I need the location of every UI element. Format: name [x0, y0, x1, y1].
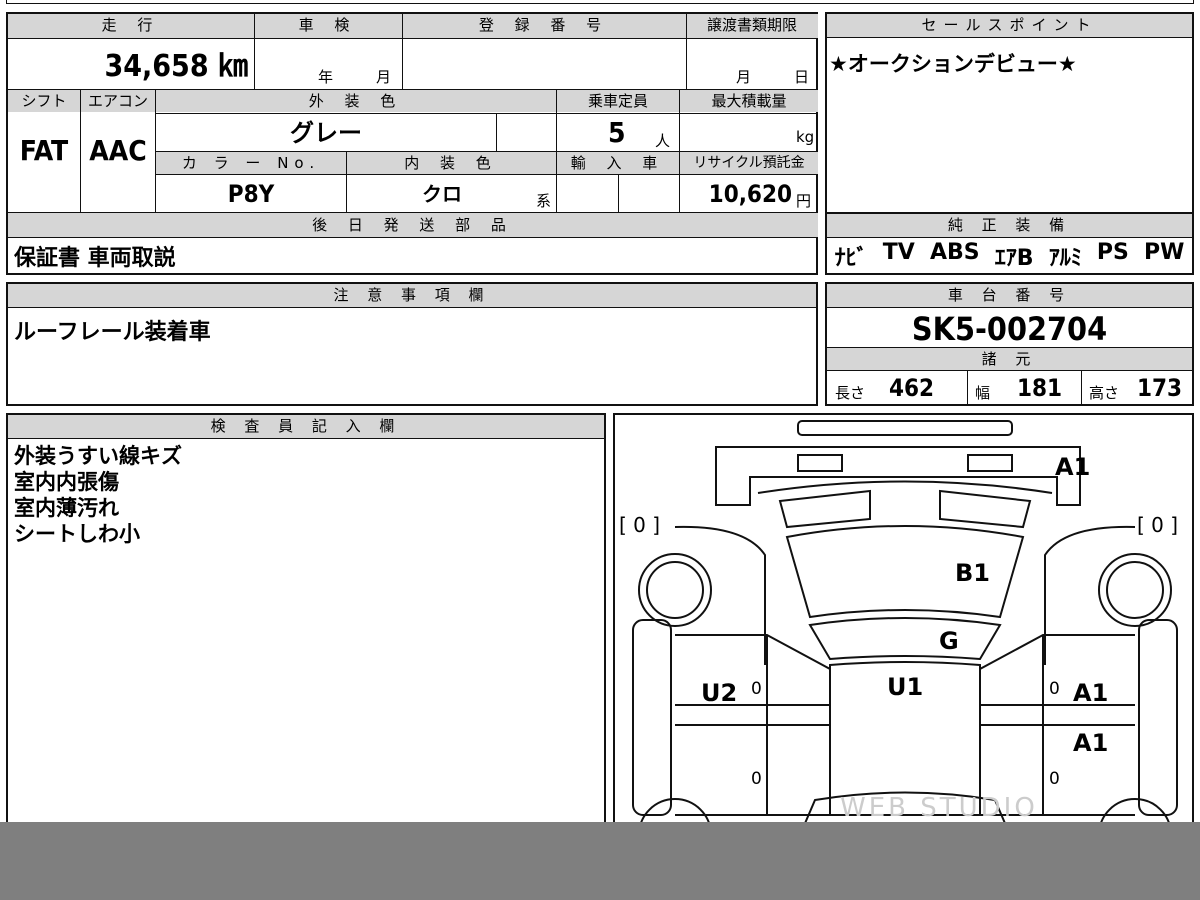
equipment-item: TV	[882, 240, 915, 265]
damage-mark-rear-right: A1	[1055, 453, 1091, 481]
watermark: WEB STUDIO	[840, 793, 1038, 823]
chassis-label: 車 台 番 号	[827, 284, 1192, 308]
door-reading: 0	[1049, 679, 1060, 699]
chassis-number: SK5-002704	[911, 310, 1108, 348]
max-load-label: 最大積載量	[680, 90, 818, 112]
inspector-label: 検 査 員 記 入 欄	[8, 415, 604, 439]
inspector-panel: 検 査 員 記 入 欄 外装うすい線キズ 室内内張傷 室内薄汚れ シートしわ小	[6, 413, 606, 833]
inspector-note-line: 室内内張傷	[14, 470, 119, 494]
mileage-value: 34,658 ㎞	[104, 49, 248, 84]
interior-color-label: 内 装 色	[347, 152, 556, 174]
equipment-panel: 純 正 装 備 ﾅﾋﾞ TV ABS ｴｱB ｱﾙﾐ PS PW	[825, 212, 1194, 275]
equipment-label: 純 正 装 備	[827, 214, 1192, 238]
capacity-unit: 人	[655, 132, 671, 150]
transfer-month: 月	[736, 68, 752, 86]
shift-label: シフト	[8, 90, 80, 112]
sales-point-label: セールスポイント	[827, 14, 1192, 38]
equipment-item: ｱﾙﾐ	[1048, 246, 1082, 271]
ac-label: エアコン	[81, 90, 155, 112]
door-reading: 0	[751, 679, 762, 699]
color-no-label: カ ラ ー No.	[156, 152, 346, 174]
interior-color-suffix: 系	[536, 192, 552, 210]
inspector-note-line: 室内薄汚れ	[14, 496, 119, 520]
length-label: 長さ	[835, 384, 866, 402]
damage-mark-back-glass: B1	[955, 559, 990, 587]
inspection-month: 月	[376, 68, 392, 86]
damage-mark-roof-glass: G	[939, 627, 959, 655]
registration-label: 登 録 番 号	[402, 14, 686, 38]
equipment-item: ﾅﾋﾞ	[834, 246, 868, 271]
door-reading: 0	[1049, 769, 1060, 789]
equipment-item: PS	[1096, 240, 1129, 265]
interior-color-value: クロ	[422, 182, 462, 206]
spec-label: 諸 元	[827, 347, 1192, 371]
notes-value: ルーフレール装着車	[14, 320, 211, 345]
import-label: 輸 入 車	[557, 152, 679, 174]
width-label: 幅	[975, 384, 991, 402]
later-parts-value: 保証書 車両取説	[14, 246, 176, 271]
chassis-panel: 車 台 番 号 SK5-002704 諸 元 長さ 462 幅 181 高さ 1…	[825, 282, 1194, 406]
capacity-value: 5	[608, 116, 626, 149]
recycle-value: 10,620	[708, 180, 792, 208]
recycle-label: リサイクル預託金	[680, 152, 818, 174]
sales-point-panel: セールスポイント ★オークションデビュー★	[825, 12, 1194, 214]
damage-mark-roof: U1	[887, 673, 924, 701]
inspection-year: 年	[318, 68, 334, 86]
exterior-color-label: 外 装 色	[156, 90, 556, 112]
equipment-item: ABS	[929, 240, 980, 265]
length-value: 462	[889, 374, 935, 402]
equipment-item: ｴｱB	[994, 246, 1034, 271]
transfer-day: 日	[794, 68, 810, 86]
mileage-label: 走 行	[8, 14, 254, 38]
notes-label: 注 意 事 項 欄	[8, 284, 816, 308]
damage-mark-right-front-door: A1	[1073, 679, 1109, 707]
later-parts-label: 後 日 発 送 部 品	[8, 213, 818, 237]
equipment-item: PW	[1143, 240, 1185, 265]
vehicle-info-table: 走 行 車 検 登 録 番 号 譲渡書類期限 34,658 ㎞ 年 月 月 日 …	[6, 12, 818, 275]
transfer-deadline-label: 譲渡書類期限	[686, 14, 818, 38]
color-no-value: P8Y	[227, 180, 275, 208]
max-load-unit: kg	[796, 128, 815, 146]
inspection-label: 車 検	[254, 14, 402, 38]
inspector-note-line: 外装うすい線キズ	[14, 444, 182, 468]
top-edge-strip	[6, 0, 1194, 4]
shift-value: FAT	[19, 134, 69, 167]
exterior-color-value: グレー	[290, 119, 362, 147]
notes-panel: 注 意 事 項 欄 ルーフレール装着車	[6, 282, 818, 406]
tire-right-reading: [ 0 ]	[1137, 513, 1179, 537]
capacity-label: 乗車定員	[557, 90, 679, 112]
width-value: 181	[1017, 374, 1063, 402]
height-value: 173	[1137, 374, 1183, 402]
door-reading: 0	[751, 769, 762, 789]
height-label: 高さ	[1089, 384, 1120, 402]
damage-mark-left-door: U2	[701, 679, 738, 707]
car-damage-diagram: A1 B1 G U1 U2 A1 A1 [ 0 ] [ 0 ] 0 0 0 0 …	[613, 413, 1194, 833]
tire-left-reading: [ 0 ]	[619, 513, 661, 537]
inspector-note-line: シートしわ小	[14, 522, 140, 546]
damage-mark-right-rear-door: A1	[1073, 729, 1109, 757]
equipment-list: ﾅﾋﾞ TV ABS ｴｱB ｱﾙﾐ PS PW	[827, 240, 1192, 272]
sales-point-value: ★オークションデビュー★	[829, 52, 1077, 76]
car-outline	[632, 420, 1178, 831]
bottom-overlay-band	[0, 822, 1200, 900]
recycle-unit: 円	[796, 192, 812, 210]
ac-value: AAC	[89, 134, 147, 167]
inspector-notes: 外装うすい線キズ 室内内張傷 室内薄汚れ シートしわ小	[14, 443, 182, 547]
